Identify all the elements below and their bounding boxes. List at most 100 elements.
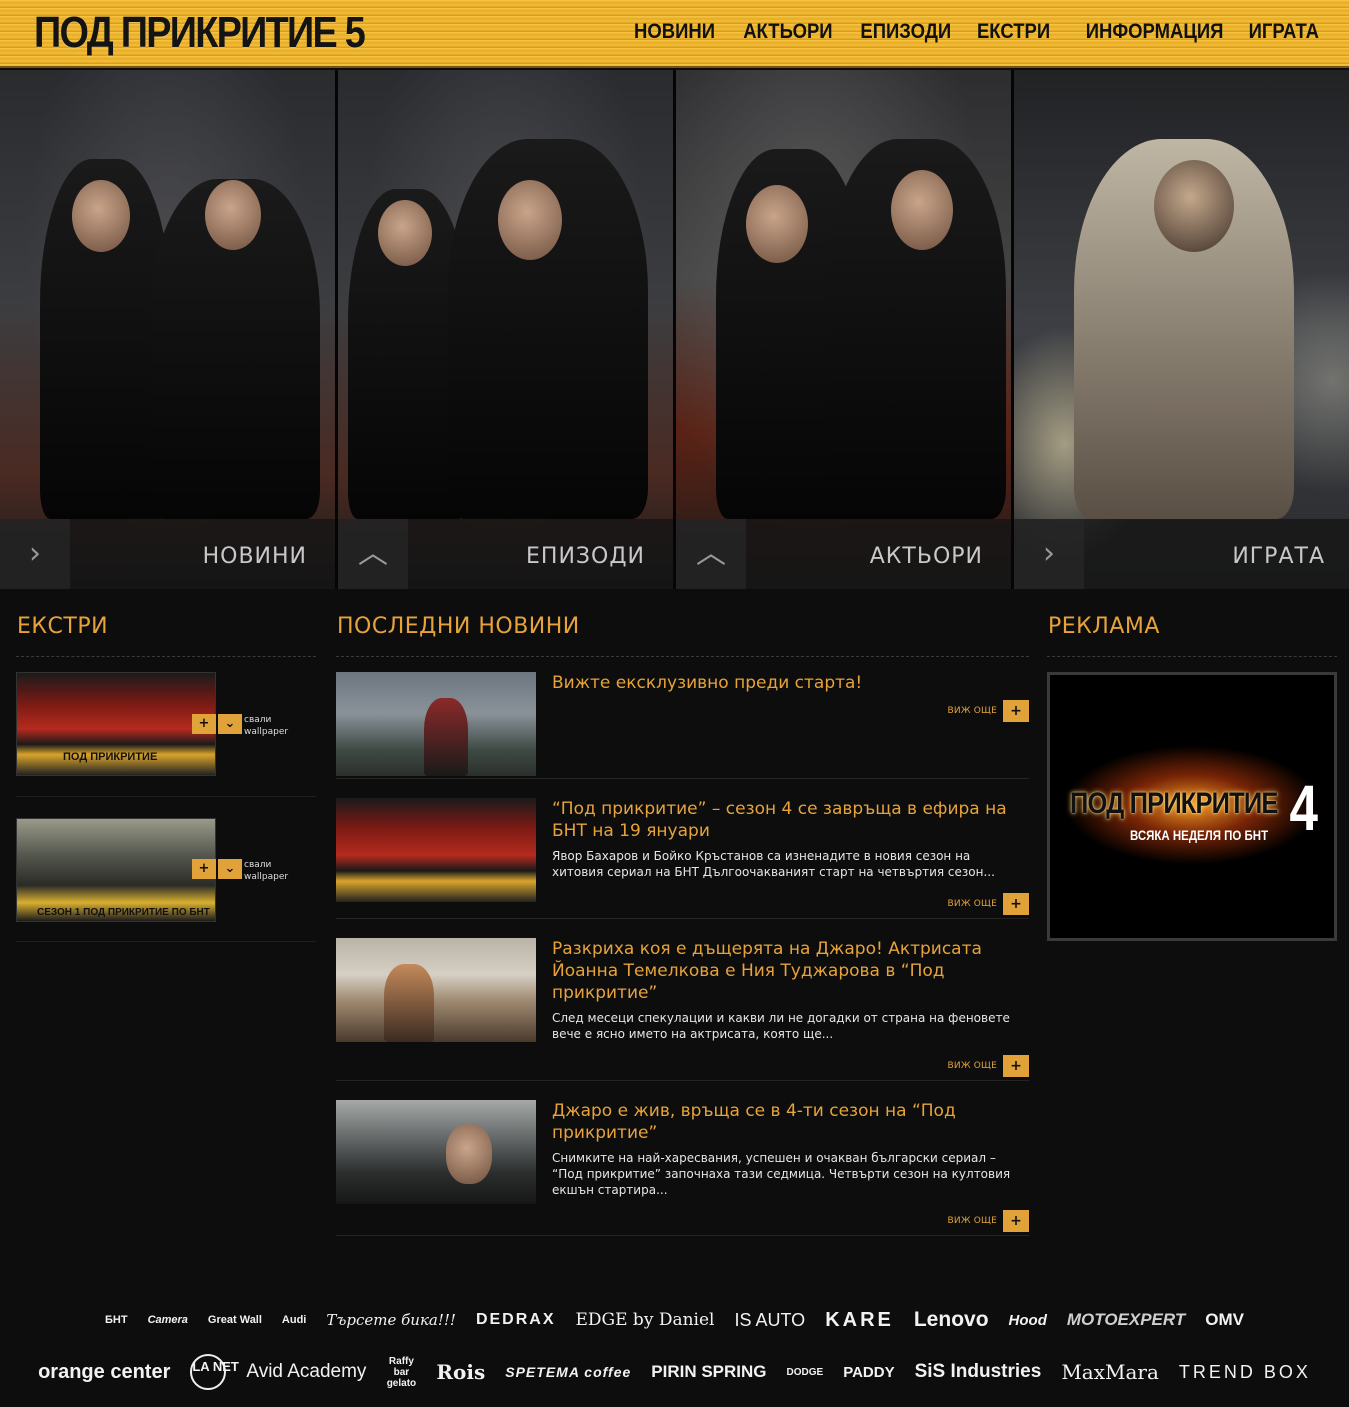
download-label: свали [244, 715, 272, 725]
news-thumbnail[interactable] [336, 938, 536, 1042]
nav-actors[interactable]: АКТЬОРИ [743, 20, 832, 44]
wallpaper-thumbnail[interactable]: ПОД ПРИКРИТИЕ [16, 672, 216, 776]
cast-head [746, 185, 808, 263]
news-thumbnail[interactable] [336, 1100, 536, 1204]
sponsor-logo[interactable]: DODGE [787, 1367, 824, 1378]
read-more-button[interactable]: ВИЖ ОЩЕ + [948, 1055, 1029, 1077]
news-thumbnail[interactable] [336, 672, 536, 776]
news-headline[interactable]: Разкриха коя е дъщерята на Джаро! Актрис… [552, 938, 1022, 1004]
news-item: Вижте ексклузивно преди старта! ВИЖ ОЩЕ … [336, 672, 1029, 776]
news-item: “Под прикритие” – сезон 4 се завръща в е… [336, 798, 1029, 915]
read-more-button[interactable]: ВИЖ ОЩЕ + [948, 1210, 1029, 1232]
sponsor-logo[interactable]: БНТ [105, 1314, 128, 1326]
download-wallpaper-link[interactable]: свали wallpaper [244, 714, 288, 738]
hero-panels: › НОВИНИ ︿ ЕПИЗОДИ ︿ АКТЬОРИ › ИГРАТА [0, 70, 1349, 589]
plus-icon[interactable]: + [192, 714, 216, 734]
sponsor-logo[interactable]: TREND BOX [1179, 1362, 1311, 1383]
hero-panel-actors[interactable]: ︿ АКТЬОРИ [676, 70, 1011, 589]
news-thumbnail[interactable] [336, 798, 536, 902]
sponsor-logo[interactable]: MaxMara [1061, 1360, 1159, 1384]
sponsor-logo[interactable]: Hood [1009, 1312, 1047, 1329]
news-excerpt: Снимките на най-харесвания, успешен и оч… [552, 1151, 1011, 1197]
nav-extras[interactable]: ЕКСТРИ [977, 20, 1050, 44]
news-headline[interactable]: “Под прикритие” – сезон 4 се завръща в е… [552, 798, 1022, 842]
nav-episodes[interactable]: ЕПИЗОДИ [861, 20, 952, 44]
news-headline[interactable]: Джаро е жив, връща се в 4-ти сезон на “П… [552, 1100, 1022, 1144]
nav-news[interactable]: НОВИНИ [634, 20, 715, 44]
panel-label-game[interactable]: ИГРАТА [1232, 544, 1325, 569]
news-item: Разкриха коя е дъщерята на Джаро! Актрис… [336, 938, 1029, 1077]
thumbnail-figure [424, 698, 468, 776]
chevron-up-icon[interactable]: ︿ [676, 519, 746, 589]
download-icon[interactable]: ⌄ [218, 859, 242, 879]
download-wallpaper-link[interactable]: свали wallpaper [244, 859, 288, 883]
sponsor-logo[interactable]: KARE [825, 1309, 894, 1332]
sponsor-logo[interactable]: Camera [148, 1314, 188, 1326]
cast-head [205, 180, 261, 250]
cast-head [498, 180, 562, 260]
sponsor-logo[interactable]: PADDY [843, 1364, 894, 1381]
sponsor-logo[interactable]: LA NET [190, 1354, 239, 1390]
ad-banner-title: ПОД ПРИКРИТИЕ [1070, 787, 1278, 820]
plus-icon[interactable]: + [192, 859, 216, 879]
chevron-right-icon[interactable]: › [1014, 519, 1084, 589]
hero-panel-game[interactable]: › ИГРАТА [1014, 70, 1349, 589]
download-icon[interactable]: ⌄ [218, 714, 242, 734]
sponsor-logo[interactable]: IS AUTO [734, 1310, 805, 1331]
nav-info[interactable]: ИНФОРМАЦИЯ [1085, 20, 1223, 44]
sponsors-row-1: БНТ Camera Great Wall Audi Търсете бика!… [0, 1300, 1349, 1340]
plus-icon: + [1003, 1055, 1029, 1077]
divider [16, 656, 316, 657]
wallpaper-label: wallpaper [244, 727, 289, 737]
site-header: ПОД ПРИКРИТИЕ 5 НОВИНИ АКТЬОРИ ЕПИЗОДИ Е… [0, 0, 1349, 68]
thumbnail-figure [446, 1124, 492, 1184]
hero-panel-episodes[interactable]: ︿ ЕПИЗОДИ [338, 70, 673, 589]
read-more-label: ВИЖ ОЩЕ [947, 1061, 997, 1071]
sponsor-logo[interactable]: Lenovo [914, 1308, 989, 1332]
extras-title: ЕКСТРИ [17, 614, 109, 639]
sponsor-logo[interactable]: orange center [38, 1361, 170, 1384]
ad-title: РЕКЛАМА [1048, 614, 1160, 639]
sponsor-logo[interactable]: Audi [282, 1314, 306, 1326]
news-excerpt: След месеци спекулации и какви ли не дог… [552, 1011, 1010, 1041]
wallpaper-label: wallpaper [244, 872, 289, 882]
read-more-label: ВИЖ ОЩЕ [947, 1216, 997, 1226]
divider [336, 656, 1029, 657]
site-logo[interactable]: ПОД ПРИКРИТИЕ 5 [34, 8, 366, 58]
sponsor-logo[interactable]: Great Wall [208, 1314, 262, 1326]
download-label: свали [244, 860, 272, 870]
sponsor-logo[interactable]: SiS Industries [915, 1361, 1042, 1383]
plus-icon: + [1003, 893, 1029, 915]
hero-panel-news[interactable]: › НОВИНИ [0, 70, 335, 589]
panel-label-actors[interactable]: АКТЬОРИ [870, 544, 983, 569]
divider [336, 778, 1029, 779]
sponsor-logo[interactable]: PIRIN SPRING [651, 1362, 766, 1382]
sponsor-logo[interactable]: Raffy bar gelato [386, 1356, 416, 1389]
extra-item: СЕЗОН 1 ПОД ПРИКРИТИЕ ПО БНТ + ⌄ свали w… [16, 818, 316, 922]
sponsor-logo[interactable]: EDGE by Daniel [576, 1310, 715, 1330]
panel-label-episodes[interactable]: ЕПИЗОДИ [526, 544, 645, 569]
nav-game[interactable]: ИГРАТА [1249, 20, 1319, 44]
news-headline[interactable]: Вижте ексклузивно преди старта! [552, 672, 1022, 694]
news-item: Джаро е жив, връща се в 4-ти сезон на “П… [336, 1100, 1029, 1232]
read-more-button[interactable]: ВИЖ ОЩЕ + [948, 893, 1029, 915]
wallpaper-thumbnail[interactable]: СЕЗОН 1 ПОД ПРИКРИТИЕ ПО БНТ [16, 818, 216, 922]
plus-icon: + [1003, 700, 1029, 722]
sponsor-logo[interactable]: OMV [1205, 1310, 1244, 1330]
news-excerpt: Явор Бахаров и Бойко Кръстанов са изнена… [552, 849, 995, 879]
sponsor-logo[interactable]: Търсете бика!!! [326, 1311, 456, 1329]
panel-label-news[interactable]: НОВИНИ [203, 544, 307, 569]
read-more-button[interactable]: ВИЖ ОЩЕ + [948, 700, 1029, 722]
sponsor-logo[interactable]: Rois [436, 1360, 485, 1384]
divider [336, 918, 1029, 919]
ad-banner[interactable]: ПОД ПРИКРИТИЕ 4 ВСЯКА НЕДЕЛЯ ПО БНТ [1047, 672, 1337, 941]
divider [336, 1080, 1029, 1081]
cast-head [891, 170, 953, 250]
cast-head [378, 200, 432, 266]
sponsor-logo[interactable]: Avid Academy [246, 1361, 366, 1383]
sponsor-logo[interactable]: MOTOEXPERT [1067, 1310, 1185, 1330]
chevron-up-icon[interactable]: ︿ [338, 519, 408, 589]
chevron-right-icon[interactable]: › [0, 519, 70, 589]
sponsor-logo[interactable]: SPETEMA coffee [505, 1364, 631, 1380]
sponsor-logo[interactable]: DEDRAX [476, 1311, 556, 1329]
